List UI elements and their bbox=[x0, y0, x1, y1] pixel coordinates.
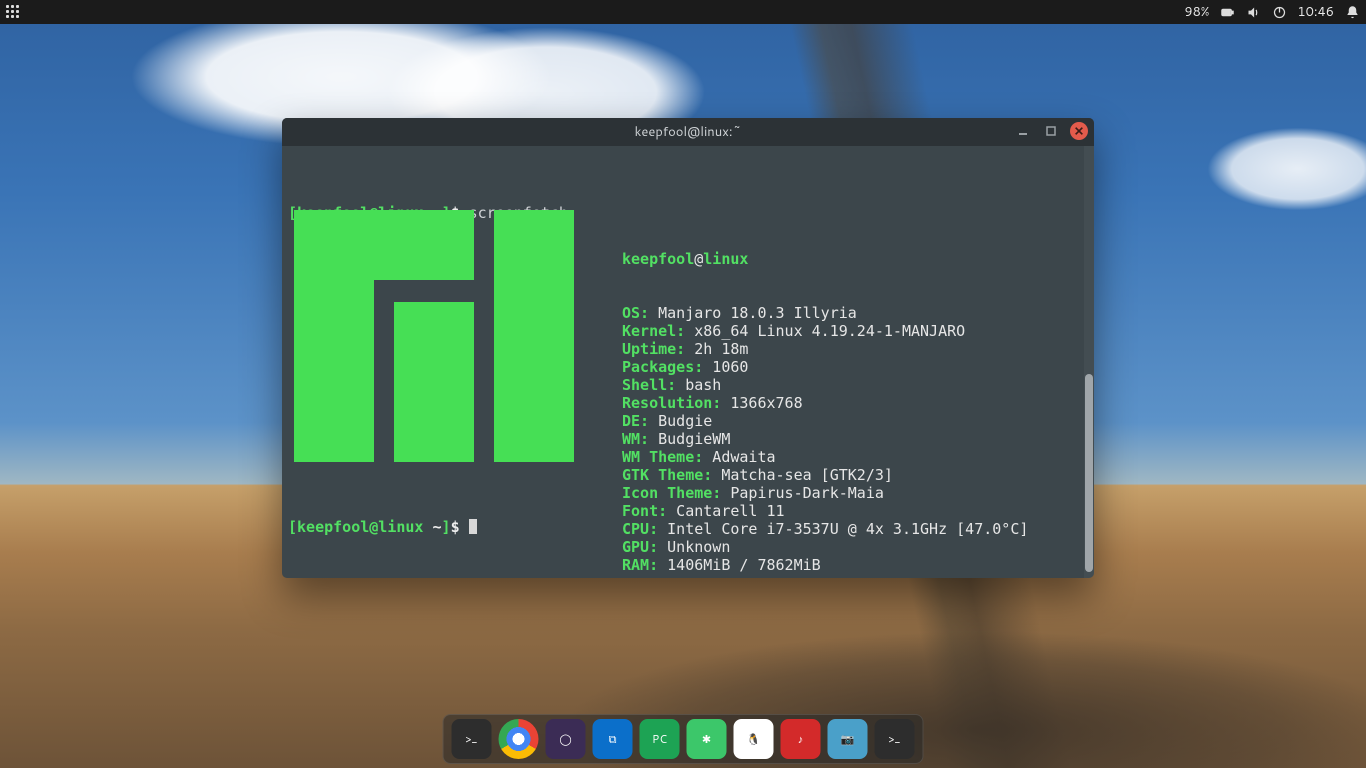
info-value: Adwaita bbox=[703, 448, 775, 466]
user-host-line: keepfool@linux bbox=[622, 250, 1078, 268]
info-key: Resolution: bbox=[622, 394, 721, 412]
distro-logo bbox=[294, 210, 574, 462]
info-key: RAM: bbox=[622, 556, 658, 574]
minimize-button[interactable] bbox=[1014, 122, 1032, 140]
info-value: 1060 bbox=[703, 358, 748, 376]
info-row: OS: Manjaro 18.0.3 Illyria bbox=[622, 304, 1078, 322]
info-value: Papirus-Dark-Maia bbox=[721, 484, 884, 502]
cursor bbox=[469, 519, 477, 534]
scrollbar-thumb[interactable] bbox=[1085, 374, 1093, 572]
scrollbar[interactable] bbox=[1084, 146, 1094, 578]
notifications-icon[interactable] bbox=[1344, 4, 1360, 20]
dock-item-chrome[interactable] bbox=[499, 719, 539, 759]
info-key: Font: bbox=[622, 502, 667, 520]
info-key: Icon Theme: bbox=[622, 484, 721, 502]
info-row: GPU: Unknown bbox=[622, 538, 1078, 556]
dock-item-wechat[interactable]: ✱ bbox=[687, 719, 727, 759]
top-panel: 98% 10:46 bbox=[0, 0, 1366, 24]
info-row: WM: BudgieWM bbox=[622, 430, 1078, 448]
battery-icon[interactable] bbox=[1219, 4, 1235, 20]
info-value: 1406MiB / 7862MiB bbox=[658, 556, 821, 574]
info-row: Kernel: x86_64 Linux 4.19.24-1-MANJARO bbox=[622, 322, 1078, 340]
info-key: Packages: bbox=[622, 358, 703, 376]
dock-item-screenshot[interactable]: 📷 bbox=[828, 719, 868, 759]
info-key: GTK Theme: bbox=[622, 466, 712, 484]
info-row: Uptime: 2h 18m bbox=[622, 340, 1078, 358]
info-value: BudgieWM bbox=[649, 430, 730, 448]
info-row: Resolution: 1366x768 bbox=[622, 394, 1078, 412]
prompt-line-2: [keepfool@linux ~]$ bbox=[288, 518, 477, 536]
info-key: Shell: bbox=[622, 376, 676, 394]
power-icon[interactable] bbox=[1271, 4, 1287, 20]
dock-item-qq[interactable]: 🐧 bbox=[734, 719, 774, 759]
info-value: Cantarell 11 bbox=[667, 502, 784, 520]
info-row: Font: Cantarell 11 bbox=[622, 502, 1078, 520]
info-row: Packages: 1060 bbox=[622, 358, 1078, 376]
info-key: Uptime: bbox=[622, 340, 685, 358]
dock-item-pycharm[interactable]: PC bbox=[640, 719, 680, 759]
window-title: keepfool@linux:~ bbox=[290, 123, 1086, 141]
info-key: WM Theme: bbox=[622, 448, 703, 466]
info-key: OS: bbox=[622, 304, 649, 322]
info-row: CPU: Intel Core i7-3537U @ 4x 3.1GHz [47… bbox=[622, 520, 1078, 538]
info-key: CPU: bbox=[622, 520, 658, 538]
info-row: RAM: 1406MiB / 7862MiB bbox=[622, 556, 1078, 574]
dock-item-terminal-2[interactable]: >_ bbox=[875, 719, 915, 759]
dock-item-vscode[interactable]: ⧉ bbox=[593, 719, 633, 759]
close-button[interactable] bbox=[1070, 122, 1088, 140]
dock-item-netease-music[interactable]: ♪ bbox=[781, 719, 821, 759]
apps-menu-icon[interactable] bbox=[6, 5, 20, 19]
info-value: Unknown bbox=[658, 538, 730, 556]
info-value: Matcha-sea [GTK2/3] bbox=[712, 466, 893, 484]
info-value: Manjaro 18.0.3 Illyria bbox=[649, 304, 857, 322]
info-value: 1366x768 bbox=[721, 394, 802, 412]
info-row: Icon Theme: Papirus-Dark-Maia bbox=[622, 484, 1078, 502]
info-value: 2h 18m bbox=[685, 340, 748, 358]
terminal-window[interactable]: keepfool@linux:~ [keepfool@linux ~]$ scr… bbox=[282, 118, 1094, 578]
dock-item-terminal[interactable]: >_ bbox=[452, 719, 492, 759]
info-key: Kernel: bbox=[622, 322, 685, 340]
battery-percentage: 98% bbox=[1184, 3, 1209, 21]
info-key: GPU: bbox=[622, 538, 658, 556]
info-row: GTK Theme: Matcha-sea [GTK2/3] bbox=[622, 466, 1078, 484]
info-value: x86_64 Linux 4.19.24-1-MANJARO bbox=[685, 322, 965, 340]
terminal-body[interactable]: [keepfool@linux ~]$ screenfetch keepfool… bbox=[282, 146, 1094, 578]
info-row: Shell: bash bbox=[622, 376, 1078, 394]
info-value: Budgie bbox=[649, 412, 712, 430]
info-key: WM: bbox=[622, 430, 649, 448]
info-key: DE: bbox=[622, 412, 649, 430]
clock[interactable]: 10:46 bbox=[1297, 3, 1334, 21]
info-value: bash bbox=[676, 376, 721, 394]
dock-item-eclipse[interactable]: ◯ bbox=[546, 719, 586, 759]
info-row: WM Theme: Adwaita bbox=[622, 448, 1078, 466]
info-row: DE: Budgie bbox=[622, 412, 1078, 430]
maximize-button[interactable] bbox=[1042, 122, 1060, 140]
info-value: Intel Core i7-3537U @ 4x 3.1GHz [47.0°C] bbox=[658, 520, 1028, 538]
screenfetch-output: keepfool@linux OS: Manjaro 18.0.3 Illyri… bbox=[622, 214, 1078, 578]
dock: >_◯⧉PC✱🐧♪📷>_ bbox=[443, 714, 924, 764]
volume-icon[interactable] bbox=[1245, 4, 1261, 20]
titlebar[interactable]: keepfool@linux:~ bbox=[282, 118, 1094, 146]
